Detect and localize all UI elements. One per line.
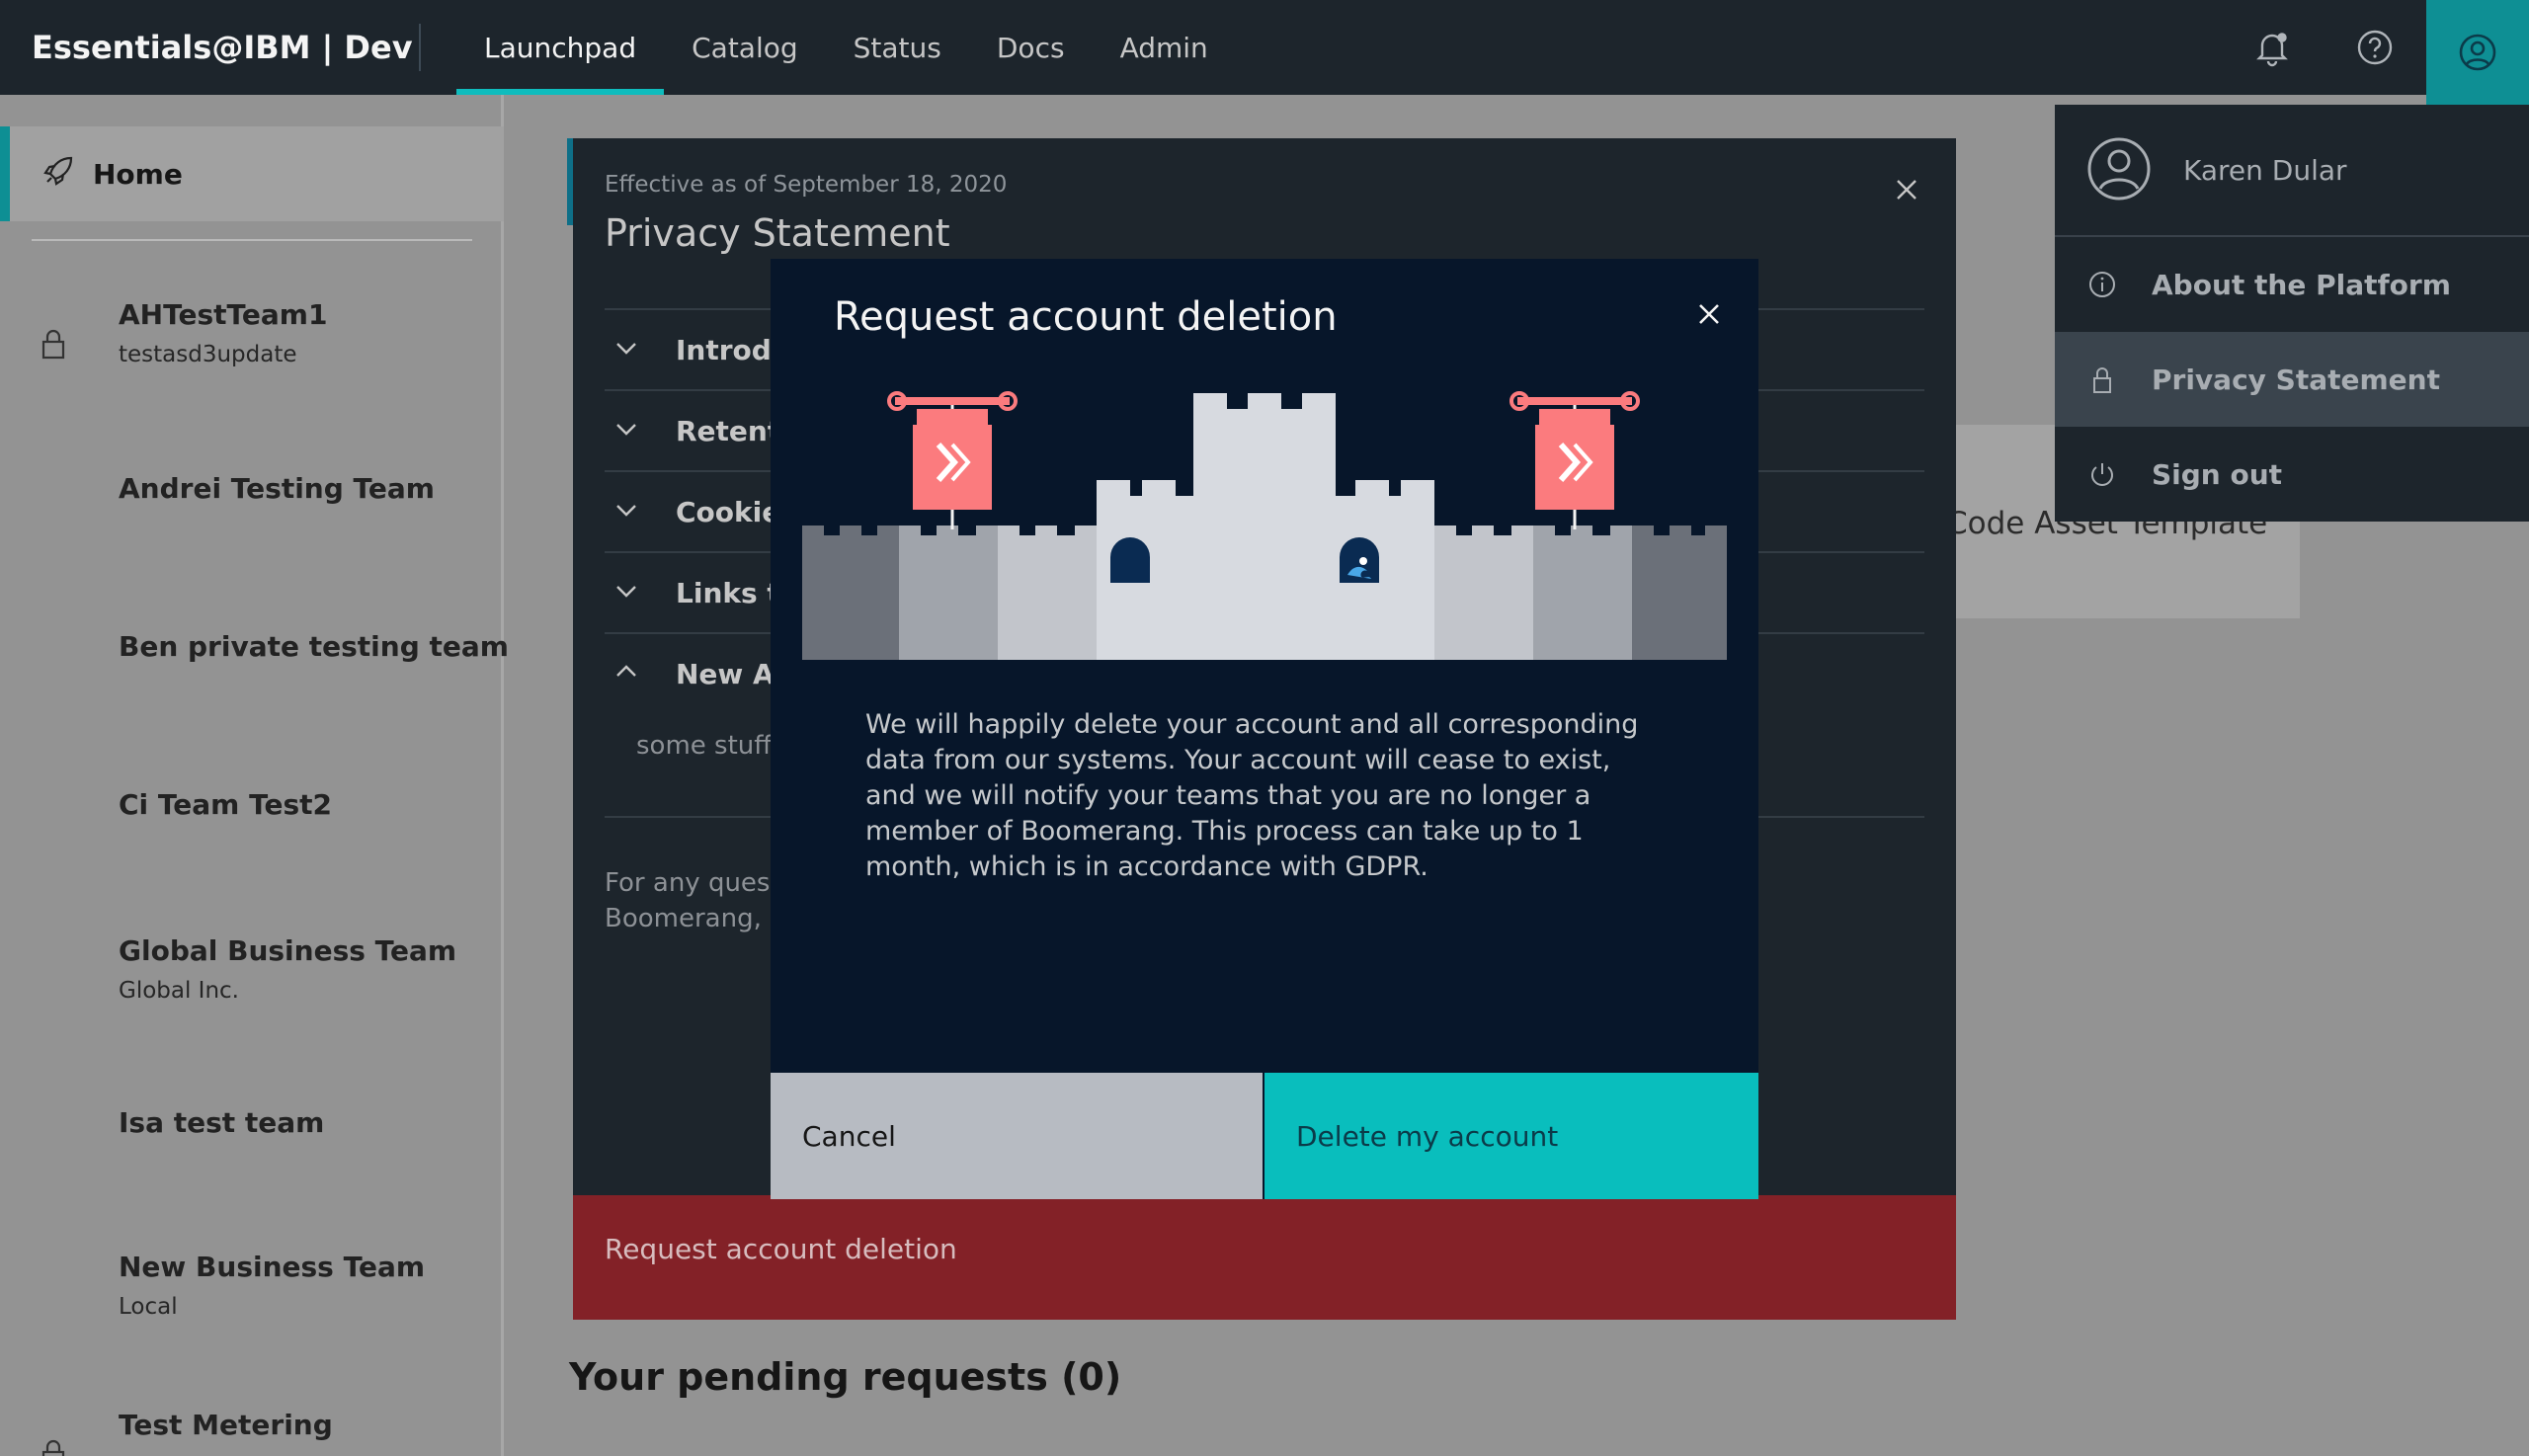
rocket-icon: [41, 154, 75, 192]
sidebar-team-item[interactable]: AHTestTeam1 testasd3update: [0, 298, 504, 387]
power-icon: [2088, 460, 2116, 492]
user-profile: Karen Dular: [2055, 105, 2529, 237]
notification-icon[interactable]: [2246, 22, 2298, 73]
nav-docs[interactable]: Docs: [969, 0, 1093, 95]
team-org: Local: [119, 1294, 178, 1320]
team-name: New Business Team: [119, 1251, 426, 1283]
nav-launchpad[interactable]: Launchpad: [456, 0, 665, 95]
user-name: Karen Dular: [2183, 154, 2347, 187]
sidebar-team-item[interactable]: Isa test team: [0, 1106, 504, 1156]
cancel-button[interactable]: Cancel: [771, 1073, 1263, 1199]
menu-item-label: Privacy Statement: [2152, 363, 2440, 396]
team-org: Global Inc.: [119, 978, 239, 1004]
nav-status[interactable]: Status: [826, 0, 969, 95]
sidebar-team-item[interactable]: Test Metering: [0, 1409, 504, 1456]
user-dropdown-menu: Karen Dular About the Platform Privacy S…: [2055, 105, 2529, 522]
accordion-content: some stuff: [636, 731, 773, 761]
help-icon[interactable]: [2349, 22, 2401, 73]
sidebar-item-label: Home: [93, 157, 183, 191]
delete-account-dialog: Request account deletion We will happily…: [771, 259, 1758, 1199]
nav-catalog[interactable]: Catalog: [664, 0, 826, 95]
nav-admin[interactable]: Admin: [1093, 0, 1236, 95]
team-name: Test Metering: [119, 1409, 333, 1441]
chevron-down-icon: [614, 498, 638, 526]
lock-icon: [40, 328, 67, 365]
menu-item-signout[interactable]: Sign out: [2055, 427, 2529, 522]
top-header: Essentials@IBM | Dev Launchpad Catalog S…: [0, 0, 2529, 105]
chevron-down-icon: [614, 579, 638, 607]
team-name: Andrei Testing Team: [119, 472, 435, 505]
chevron-down-icon: [614, 336, 638, 364]
sidebar-divider: [32, 239, 472, 241]
menu-item-label: Sign out: [2152, 457, 2283, 491]
sidebar: Home AHTestTeam1 testasd3update Andrei T…: [0, 95, 509, 1456]
sidebar-team-item[interactable]: Ben private testing team: [0, 630, 509, 680]
request-deletion-button[interactable]: Request account deletion: [573, 1195, 1956, 1320]
menu-item-privacy[interactable]: Privacy Statement: [2055, 332, 2529, 427]
team-name: AHTestTeam1: [119, 298, 328, 331]
lock-icon: [40, 1438, 67, 1456]
menu-item-about[interactable]: About the Platform: [2055, 237, 2529, 332]
team-name: Global Business Team: [119, 934, 457, 967]
sidebar-team-item[interactable]: Ci Team Test2: [0, 788, 504, 838]
menu-item-label: About the Platform: [2152, 268, 2451, 301]
info-icon: [2088, 271, 2116, 302]
main-nav: Launchpad Catalog Status Docs Admin: [456, 0, 1236, 95]
avatar-icon: [2086, 136, 2152, 205]
privacy-title: Privacy Statement: [605, 211, 950, 255]
team-name: Ben private testing team: [119, 630, 509, 663]
team-name: Isa test team: [119, 1106, 325, 1139]
header-divider: [419, 24, 421, 71]
castle-illustration: [802, 391, 1727, 660]
dialog-title: Request account deletion: [834, 294, 1338, 340]
team-org: testasd3update: [119, 342, 297, 367]
team-name: Ci Team Test2: [119, 788, 332, 821]
pending-requests-title: Your pending requests (0): [569, 1355, 1122, 1399]
sidebar-team-item[interactable]: Andrei Testing Team: [0, 472, 504, 522]
brand-title[interactable]: Essentials@IBM | Dev: [0, 0, 419, 95]
sidebar-item-home[interactable]: Home: [0, 126, 504, 221]
delete-account-button[interactable]: Delete my account: [1264, 1073, 1758, 1199]
chevron-down-icon: [614, 417, 638, 445]
sidebar-team-item[interactable]: New Business Team Local: [0, 1251, 504, 1339]
contact-text: For any quest Boomerang, p: [605, 868, 786, 933]
request-deletion-label: Request account deletion: [605, 1233, 957, 1265]
user-icon: [2459, 34, 2496, 71]
chevron-up-icon: [614, 660, 638, 688]
dialog-body-text: We will happily delete your account and …: [865, 709, 1639, 882]
lock-icon: [2088, 365, 2116, 399]
close-icon[interactable]: [1887, 170, 1926, 209]
sidebar-team-item[interactable]: Global Business Team Global Inc.: [0, 934, 504, 1023]
close-icon[interactable]: [1689, 294, 1729, 334]
user-menu-button[interactable]: [2426, 0, 2529, 105]
effective-date: Effective as of September 18, 2020: [605, 172, 1008, 198]
